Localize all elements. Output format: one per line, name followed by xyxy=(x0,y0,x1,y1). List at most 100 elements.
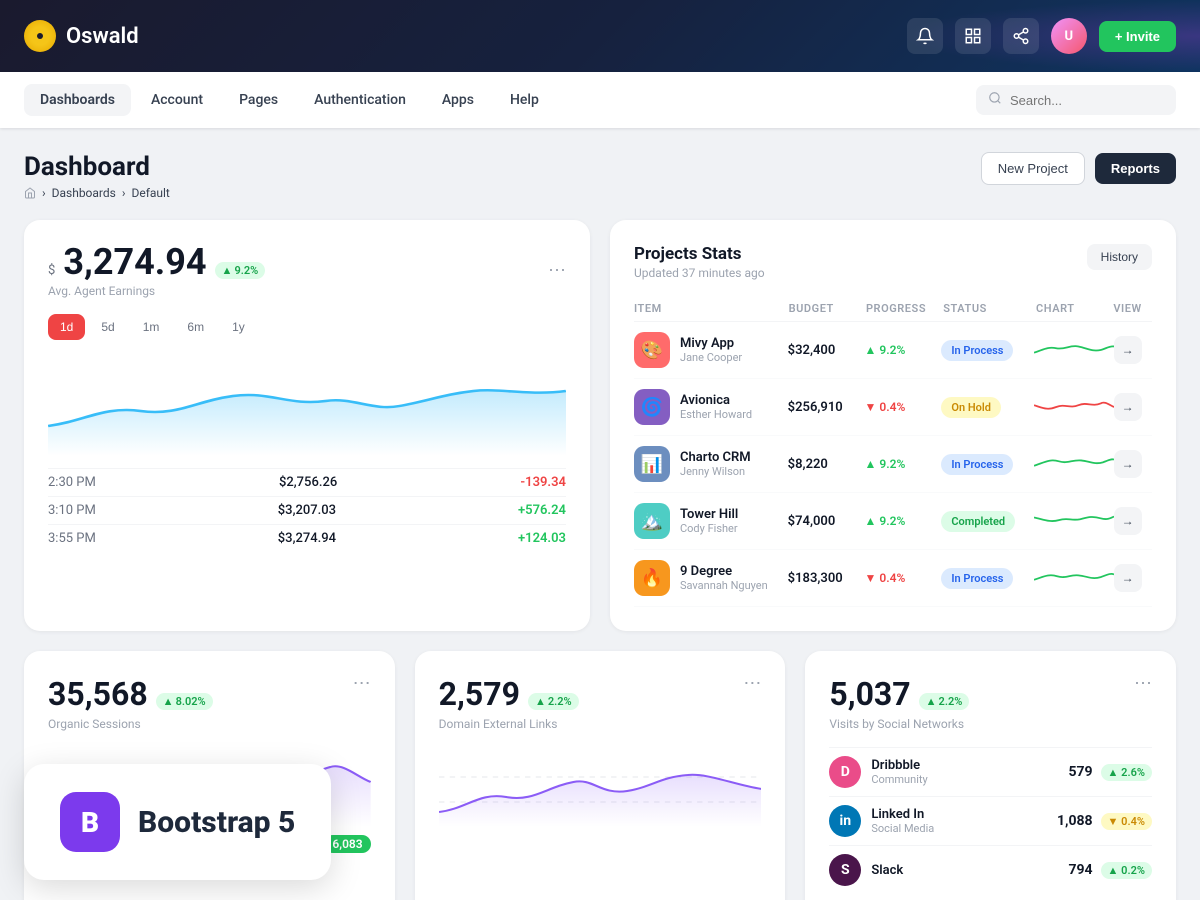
nav-bar: Dashboards Account Pages Authentication … xyxy=(0,72,1200,128)
project-progress: ▲ 9.2% xyxy=(865,457,942,471)
project-item-info: 📊 Charto CRM Jenny Wilson xyxy=(634,446,788,482)
time-filter-1y[interactable]: 1y xyxy=(220,314,257,340)
project-item-info: 🌀 Avionica Esther Howard xyxy=(634,389,788,425)
nav-item-pages[interactable]: Pages xyxy=(223,84,294,116)
search-input[interactable] xyxy=(1010,93,1164,108)
time-filter-1m[interactable]: 1m xyxy=(131,314,172,340)
project-status: In Process xyxy=(941,568,1033,589)
project-row: 🎨 Mivy App Jane Cooper $32,400 ▲ 9.2% In… xyxy=(634,322,1152,379)
notification-icon-btn[interactable] xyxy=(907,18,943,54)
logo-icon xyxy=(24,20,56,52)
project-progress: ▼ 0.4% xyxy=(865,571,942,585)
page-header: Dashboard › Dashboards › Default New Pro… xyxy=(24,152,1176,200)
project-progress: ▼ 0.4% xyxy=(865,400,942,414)
social-networks-menu[interactable]: ⋯ xyxy=(1134,675,1152,693)
project-view-arrow[interactable]: → xyxy=(1114,336,1142,364)
nav-item-authentication[interactable]: Authentication xyxy=(298,84,422,116)
earnings-value: 3,274.94 xyxy=(63,244,206,280)
project-row: 🏔️ Tower Hill Cody Fisher $74,000 ▲ 9.2%… xyxy=(634,493,1152,550)
time-filter-5d[interactable]: 5d xyxy=(89,314,126,340)
currency-symbol: $ xyxy=(48,263,55,278)
domain-links-value: 2,579 xyxy=(439,675,520,713)
organic-sessions-menu[interactable]: ⋯ xyxy=(353,675,371,693)
social-name: Linked In xyxy=(871,807,934,822)
project-item-info: 🏔️ Tower Hill Cody Fisher xyxy=(634,503,788,539)
domain-links-menu[interactable]: ⋯ xyxy=(743,675,761,693)
project-view-arrow[interactable]: → xyxy=(1114,450,1142,478)
logo-area: Oswald xyxy=(24,20,139,52)
layout-icon-btn[interactable] xyxy=(955,18,991,54)
social-row: D Dribbble Community 579 ▲ 2.6% xyxy=(829,747,1152,796)
social-count: 1,088 xyxy=(1057,813,1093,829)
project-person: Savannah Nguyen xyxy=(680,579,768,592)
share-icon-btn[interactable] xyxy=(1003,18,1039,54)
projects-table-header: ITEM BUDGET PROGRESS STATUS CHART VIEW xyxy=(634,296,1152,322)
project-person: Jenny Wilson xyxy=(680,465,751,478)
social-info: D Dribbble Community xyxy=(829,756,927,788)
domain-links-label: Domain External Links xyxy=(439,717,579,731)
domain-links-badge: ▲ 2.2% xyxy=(528,693,579,710)
social-count: 579 xyxy=(1068,764,1092,780)
project-progress: ▲ 9.2% xyxy=(865,514,942,528)
history-button[interactable]: History xyxy=(1087,244,1152,270)
project-mini-chart xyxy=(1034,392,1114,422)
project-rows-container: 🎨 Mivy App Jane Cooper $32,400 ▲ 9.2% In… xyxy=(634,322,1152,607)
social-networks-card: 5,037 ▲ 2.2% Visits by Social Networks ⋯… xyxy=(805,651,1176,900)
time-filters: 1d 5d 1m 6m 1y xyxy=(48,314,566,340)
avatar[interactable]: U xyxy=(1051,18,1087,54)
project-icon: 🎨 xyxy=(634,332,670,368)
organic-sessions-badge: ▲ 8.02% xyxy=(156,693,213,710)
project-row: 📊 Charto CRM Jenny Wilson $8,220 ▲ 9.2% … xyxy=(634,436,1152,493)
social-networks-label: Visits by Social Networks xyxy=(829,717,969,731)
nav-item-apps[interactable]: Apps xyxy=(426,84,490,116)
social-type: Community xyxy=(871,773,927,786)
social-change: ▲ 0.2% xyxy=(1101,862,1152,879)
reports-button[interactable]: Reports xyxy=(1095,153,1176,184)
project-status: Completed xyxy=(941,511,1033,532)
social-networks-value: 5,037 xyxy=(829,675,910,713)
social-icon: in xyxy=(829,805,861,837)
nav-item-account[interactable]: Account xyxy=(135,84,219,116)
project-mini-chart xyxy=(1034,449,1114,479)
earnings-label: Avg. Agent Earnings xyxy=(48,284,265,298)
page-title: Dashboard xyxy=(24,152,170,182)
social-change: ▲ 2.6% xyxy=(1101,764,1152,781)
social-type: Social Media xyxy=(871,822,934,835)
nav-item-help[interactable]: Help xyxy=(494,84,555,116)
time-filter-6m[interactable]: 6m xyxy=(175,314,216,340)
domain-links-card: 2,579 ▲ 2.2% Domain External Links ⋯ xyxy=(415,651,786,900)
social-info: S Slack xyxy=(829,854,903,886)
nav-search xyxy=(976,85,1176,115)
project-view-arrow[interactable]: → xyxy=(1114,564,1142,592)
project-icon: 🏔️ xyxy=(634,503,670,539)
project-person: Esther Howard xyxy=(680,408,752,421)
project-icon: 📊 xyxy=(634,446,670,482)
social-row: S Slack 794 ▲ 0.2% xyxy=(829,845,1152,894)
domain-links-chart xyxy=(439,747,762,827)
project-progress: ▲ 9.2% xyxy=(865,343,942,357)
social-row: in Linked In Social Media 1,088 ▼ 0.4% xyxy=(829,796,1152,845)
project-status: In Process xyxy=(941,454,1033,475)
project-view-arrow[interactable]: → xyxy=(1114,393,1142,421)
project-person: Cody Fisher xyxy=(680,522,738,535)
new-project-button[interactable]: New Project xyxy=(981,152,1085,185)
project-name: 9 Degree xyxy=(680,564,768,579)
project-icon: 🔥 xyxy=(634,560,670,596)
logo-text: Oswald xyxy=(66,24,139,49)
social-count: 794 xyxy=(1068,862,1092,878)
earnings-menu[interactable]: ⋯ xyxy=(548,262,566,280)
earnings-badge: ▲ 9.2% xyxy=(215,262,266,279)
earnings-table: 2:30 PM $2,756.26 -139.34 3:10 PM $3,207… xyxy=(48,468,566,552)
project-budget: $74,000 xyxy=(788,514,865,529)
project-person: Jane Cooper xyxy=(680,351,742,364)
project-view-arrow[interactable]: → xyxy=(1114,507,1142,535)
bootstrap-text: Bootstrap 5 xyxy=(138,805,295,840)
breadcrumb-icon: › xyxy=(42,186,46,200)
nav-item-dashboards[interactable]: Dashboards xyxy=(24,84,131,116)
page-title-area: Dashboard › Dashboards › Default xyxy=(24,152,170,200)
earnings-header: $ 3,274.94 ▲ 9.2% Avg. Agent Earnings xyxy=(48,244,265,298)
earnings-row-1: 2:30 PM $2,756.26 -139.34 xyxy=(48,468,566,496)
social-icon: D xyxy=(829,756,861,788)
time-filter-1d[interactable]: 1d xyxy=(48,314,85,340)
invite-button[interactable]: + Invite xyxy=(1099,21,1176,52)
